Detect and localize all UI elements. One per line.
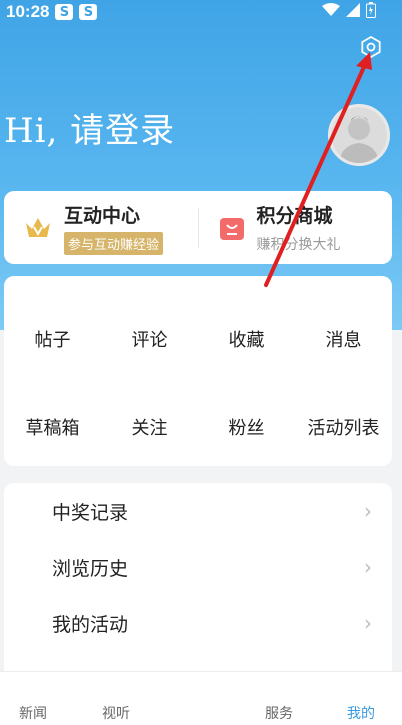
grid-item-comments[interactable]: 评论	[101, 326, 198, 356]
grid-item-fans[interactable]: 粉丝	[198, 414, 295, 444]
chevron-right-icon: ›	[364, 555, 372, 579]
shopping-bag-icon	[219, 217, 244, 240]
top-feature-card: 互动中心 参与互动赚经验 积分商城 赚积分换大礼	[4, 191, 392, 264]
function-grid-card: 帖子 评论 收藏 消息 草稿箱 关注 粉丝 活动列表	[4, 276, 392, 466]
status-indicators	[322, 2, 376, 18]
points-mall-title: 积分商城	[256, 205, 333, 227]
bottom-tab-bar: 新闻 视听 服务 我的	[0, 671, 402, 725]
list-item-label: 我的活动	[52, 613, 129, 636]
user-avatar[interactable]	[328, 104, 390, 166]
function-grid: 帖子 评论 收藏 消息 草稿箱 关注 粉丝 活动列表	[4, 326, 392, 444]
list-item-label: 中奖记录	[52, 501, 129, 524]
interaction-center-title: 互动中心	[64, 204, 141, 227]
list-item-browse-history[interactable]: 浏览历史 ›	[4, 539, 392, 595]
chevron-right-icon: ›	[364, 611, 372, 635]
list-item-label: 浏览历史	[52, 557, 129, 580]
grid-item-messages[interactable]: 消息	[295, 326, 392, 356]
tab-news[interactable]: 新闻	[19, 703, 47, 723]
wifi-icon	[322, 3, 340, 16]
grid-item-favorites[interactable]: 收藏	[198, 326, 295, 356]
status-time: 10:28	[6, 2, 50, 21]
login-prompt[interactable]: Hi, 请登录	[4, 103, 175, 152]
points-mall-subtitle: 赚积分换大礼	[256, 237, 341, 253]
interaction-center-badge: 参与互动赚经验	[64, 231, 164, 255]
grid-item-posts[interactable]: 帖子	[4, 326, 101, 356]
grid-item-following[interactable]: 关注	[101, 414, 198, 444]
tab-mine[interactable]: 我的	[347, 703, 375, 723]
chevron-right-icon: ›	[364, 499, 372, 523]
tab-video[interactable]: 视听	[102, 703, 130, 723]
status-bar: 10:28 S S	[0, 0, 402, 24]
grid-item-activity-list[interactable]: 活动列表	[295, 414, 392, 444]
interaction-center-entry[interactable]: 互动中心 参与互动赚经验	[4, 191, 198, 264]
tab-services[interactable]: 服务	[265, 703, 293, 723]
signal-icon	[346, 3, 360, 17]
status-app-icon: S	[55, 4, 74, 20]
status-app-icon-2: S	[79, 4, 98, 20]
battery-icon	[366, 2, 376, 18]
menu-list-card: 中奖记录 › 浏览历史 › 我的活动 › 我的钱包 ›	[4, 483, 392, 683]
list-item-my-activities[interactable]: 我的活动 ›	[4, 595, 392, 651]
settings-button[interactable]	[358, 34, 384, 60]
points-mall-entry[interactable]: 积分商城 赚积分换大礼	[199, 191, 393, 264]
settings-icon	[361, 35, 381, 59]
list-item-prize-records[interactable]: 中奖记录 ›	[4, 483, 392, 539]
crown-icon	[26, 217, 50, 237]
user-avatar-icon	[331, 107, 387, 163]
grid-item-drafts[interactable]: 草稿箱	[4, 414, 101, 444]
